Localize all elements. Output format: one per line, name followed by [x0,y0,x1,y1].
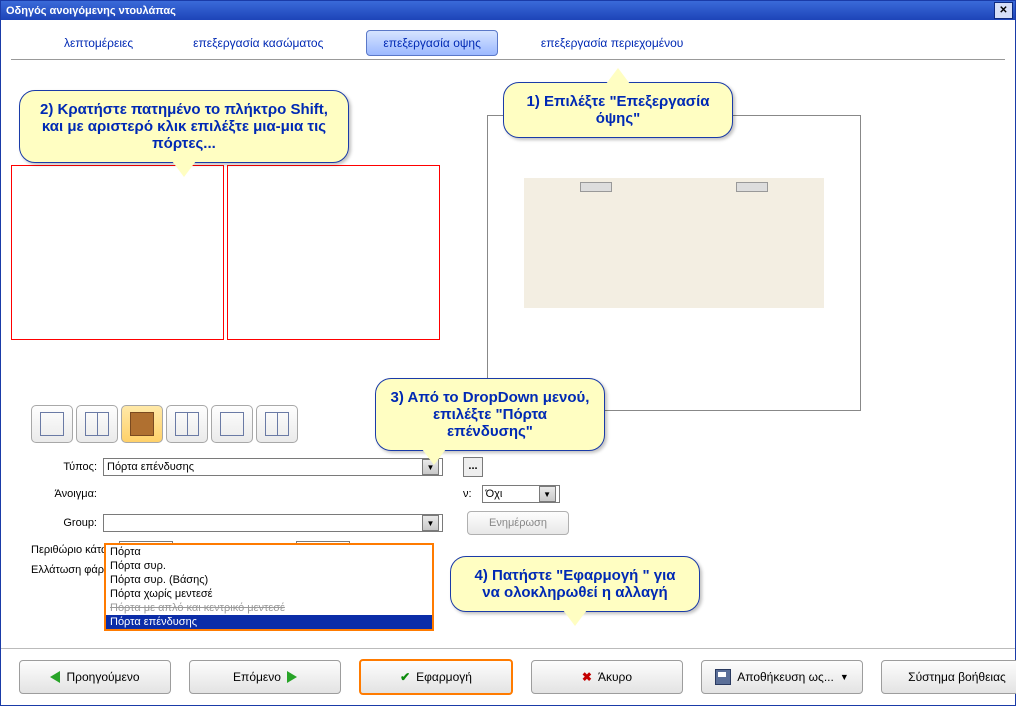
apply-label: Εφαρμογή [416,670,472,684]
client-area: λεπτομέρειες επεξεργασία κασώματος επεξε… [1,20,1015,705]
style-btn-1[interactable] [31,405,73,443]
callout-3: 3) Από το DropDown μενού, επιλέξτε "Πόρτ… [375,378,605,451]
saveas-button[interactable]: Αποθήκευση ως... ▼ [701,660,863,694]
saveas-label: Αποθήκευση ως... [737,670,834,684]
type-combo[interactable]: Πόρτα επένδυσης ▼ [103,458,443,476]
type-combo-value: Πόρτα επένδυσης [107,461,194,473]
door-selection-area [11,165,451,345]
preview-cabinet [524,178,824,308]
preview-panel [487,115,861,411]
window-title: Οδηγός ανοιγόμενης ντουλάπας [6,5,176,17]
x-icon: ✖ [582,670,592,684]
tab-content[interactable]: επεξεργασία περιεχομένου [524,30,700,56]
apply-button[interactable]: ✔ Εφαρμογή [359,659,513,695]
hinge-icon [580,182,612,192]
dd-item-disabled: Πόρτα με απλό και κεντρικό μεντεσέ [106,601,432,615]
type-label: Τύπος: [31,461,103,473]
hinge-icon [736,182,768,192]
dd-item-selected[interactable]: Πόρτα επένδυσης [106,615,432,629]
opening-label: Άνοιγμα: [31,488,103,500]
tab-bar: λεπτομέρειες επεξεργασία κασώματος επεξε… [1,20,1015,56]
dd-item[interactable]: Πόρτα χωρίς μεντεσέ [106,587,432,601]
titlebar: Οδηγός ανοιγόμενης ντουλάπας ✕ [1,1,1015,20]
dd-item[interactable]: Πόρτα συρ. [106,559,432,573]
arrow-right-icon [287,671,297,683]
group-combo[interactable]: ▼ [103,514,443,532]
chevron-down-icon: ▼ [840,672,849,682]
help-button[interactable]: Σύστημα βοήθειας [881,660,1016,694]
group-label: Group: [31,517,103,529]
door-right[interactable] [227,165,440,340]
prev-button[interactable]: Προηγούμενο [19,660,171,694]
callout-4: 4) Πατήστε "Εφαρμογή " για να ολοκληρωθε… [450,556,700,612]
cancel-button[interactable]: ✖ Άκυρο [531,660,683,694]
next-label: Επόμενο [233,670,281,684]
prev-label: Προηγούμενο [66,670,139,684]
cancel-label: Άκυρο [598,670,632,684]
tab-frame[interactable]: επεξεργασία κασώματος [176,30,340,56]
close-icon[interactable]: ✕ [994,2,1013,19]
save-icon [715,669,731,685]
style-btn-3[interactable] [121,405,163,443]
style-btn-4[interactable] [166,405,208,443]
check-icon: ✔ [400,670,410,684]
chevron-down-icon[interactable]: ▼ [422,515,439,531]
footer-bar: Προηγούμενο Επόμενο ✔ Εφαρμογή ✖ Άκυρο Α… [1,648,1015,705]
style-btn-5[interactable] [211,405,253,443]
next-button[interactable]: Επόμενο [189,660,341,694]
type-browse-button[interactable]: ... [463,457,483,477]
help-label: Σύστημα βοήθειας [908,670,1006,684]
tab-facade[interactable]: επεξεργασία οψης [366,30,498,56]
tab-details[interactable]: λεπτομέρειες [47,30,150,56]
callout-1: 1) Επιλέξτε "Επεξεργασία όψης" [503,82,733,138]
callout-2: 2) Κρατήστε πατημένο το πλήκτρο Shift, κ… [19,90,349,163]
type-form: Τύπος: Πόρτα επένδυσης ▼ ... Άνοιγμα: ν: [31,457,471,535]
type-dropdown-list[interactable]: Πόρτα Πόρτα συρ. Πόρτα συρ. (Βάσης) Πόρτ… [104,543,434,631]
arrow-left-icon [50,671,60,683]
dd-item[interactable]: Πόρτα συρ. (Βάσης) [106,573,432,587]
style-btn-2[interactable] [76,405,118,443]
margin-bottom-label: Περιθώριο κάτω: [31,544,113,556]
style-btn-6[interactable] [256,405,298,443]
door-left[interactable] [11,165,224,340]
right-extra-label: ν: [463,488,478,500]
dd-item[interactable]: Πόρτα [106,545,432,559]
